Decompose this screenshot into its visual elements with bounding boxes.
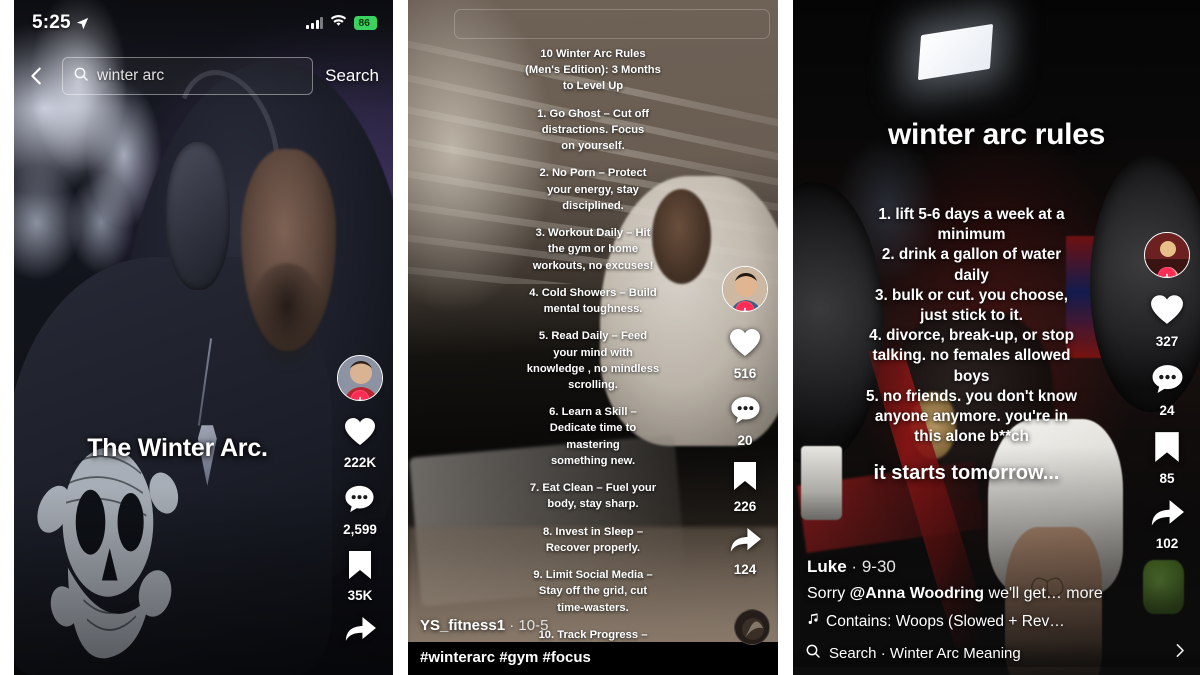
rule-item: 7. Eat Clean – Fuel your body, stay shar…	[529, 482, 657, 511]
like-count: 327	[1155, 334, 1179, 349]
search-suggestion-text: Search · Winter Arc Meaning	[829, 644, 1021, 662]
bookmark-button[interactable]: 35K	[347, 550, 373, 603]
battery-badge: 86	[354, 16, 377, 30]
author-name[interactable]: Luke	[807, 557, 847, 576]
description-suffix: we'll get…	[984, 585, 1062, 602]
video-description: Sorry @Anna Woodring we'll get… more	[807, 585, 1128, 603]
search-header-1: winter arc Search	[14, 56, 393, 96]
share-arrow-icon	[344, 616, 377, 648]
caption-block-3: Luke · 9-30 Sorry @Anna Woodring we'll g…	[793, 557, 1142, 631]
like-count: 222K	[343, 455, 377, 470]
status-right: 86	[306, 14, 377, 32]
search-icon	[73, 66, 89, 87]
share-button[interactable]: 124	[729, 527, 762, 577]
comment-icon	[344, 483, 375, 519]
screenshot-stage: 5:25 86 winter arc Search The Winter Arc…	[0, 0, 1200, 675]
like-button[interactable]: 516	[729, 328, 761, 381]
bookmark-icon	[347, 550, 373, 585]
heart-icon	[1150, 294, 1184, 331]
rule-item: 5. Read Daily – Feed your mind with know…	[526, 330, 660, 391]
author-line-2: YS_fitness1 · 10-5	[420, 611, 766, 642]
share-button[interactable]	[344, 616, 377, 651]
video-overlay-subtitle-3: it starts tomorrow...	[873, 462, 1060, 484]
avatar[interactable]: +	[722, 266, 768, 312]
comment-count: 24	[1159, 403, 1175, 418]
like-button[interactable]: 327	[1150, 294, 1184, 349]
comment-button[interactable]: 24	[1151, 362, 1184, 418]
search-query-text: winter arc	[97, 67, 165, 84]
separator: ·	[851, 557, 858, 576]
bookmark-icon	[732, 461, 758, 496]
avatar[interactable]: +	[1144, 232, 1190, 278]
share-arrow-icon	[729, 527, 762, 559]
share-arrow-icon	[1150, 499, 1185, 533]
tiktok-panel-2: 10 Winter Arc Rules (Men's Edition): 3 M…	[408, 0, 778, 675]
comment-count: 2,599	[343, 522, 377, 537]
action-rail-1: + 222K 2,599 35K	[337, 355, 383, 664]
rule-item: 2. No Porn – Protect your energy, stay d…	[539, 167, 647, 212]
share-count: 102	[1155, 536, 1179, 551]
author-line-3: Luke · 9-30	[807, 557, 1128, 577]
comment-icon	[1151, 362, 1184, 400]
bookmark-count: 226	[733, 499, 757, 514]
like-count: 516	[733, 366, 757, 381]
video-overlay-rules-3: 1. lift 5-6 days a week at a minimum 2. …	[866, 206, 1077, 446]
video-overlay-title-1: The Winter Arc.	[87, 434, 268, 462]
heart-icon	[344, 417, 376, 452]
music-disc-icon[interactable]	[734, 609, 770, 645]
bookmark-count: 35K	[347, 588, 373, 603]
rule-item: 9. Limit Social Media – Stay off the gri…	[533, 569, 653, 614]
back-chevron-icon[interactable]	[22, 61, 52, 91]
status-left: 5:25	[32, 12, 89, 34]
hashtags[interactable]: #winterarc #gym #focus	[408, 642, 778, 675]
post-date: 10-5	[518, 617, 549, 634]
wifi-icon	[330, 14, 347, 32]
search-input[interactable]: winter arc	[62, 57, 314, 95]
status-bar-1: 5:25 86	[14, 0, 393, 46]
bookmark-button[interactable]: 85	[1153, 431, 1181, 486]
tiktok-panel-3: winter arc rules 1. lift 5-6 days a week…	[793, 0, 1200, 675]
music-title: Contains: Woops (Slowed + Rev…	[826, 612, 1065, 630]
comment-button[interactable]: 20	[730, 394, 761, 448]
post-date: 9-30	[861, 557, 896, 576]
comment-button[interactable]: 2,599	[343, 483, 377, 537]
separator: ·	[509, 617, 515, 634]
caption-block-2: YS_fitness1 · 10-5 #winterarc #gym #focu…	[408, 611, 778, 675]
search-button[interactable]: Search	[323, 66, 379, 86]
location-arrow-icon	[76, 17, 89, 30]
rule-item: 8. Invest in Sleep – Recover properly.	[542, 525, 644, 554]
more-button[interactable]: more	[1062, 585, 1102, 602]
music-note-icon	[807, 612, 820, 631]
comment-icon	[730, 394, 761, 430]
chevron-right-icon[interactable]	[1171, 642, 1188, 664]
search-icon	[805, 643, 821, 664]
status-clock: 5:25	[32, 12, 71, 33]
action-rail-3: + 327 24 85 102	[1144, 232, 1190, 564]
rule-item: 6. Learn a Skill – Dedicate time to mast…	[549, 406, 637, 467]
tiktok-panel-1: 5:25 86 winter arc Search The Winter Arc…	[14, 0, 393, 675]
rule-item: 4. Cold Showers – Build mental toughness…	[529, 286, 657, 316]
bookmark-button[interactable]: 226	[732, 461, 758, 514]
share-count: 124	[733, 562, 757, 577]
video-overlay-title-3: winter arc rules	[888, 118, 1105, 151]
rule-item: 3. Workout Daily – Hit the gym or home w…	[532, 227, 654, 272]
like-button[interactable]: 222K	[344, 417, 376, 470]
avatar[interactable]: +	[337, 355, 383, 401]
search-bar-outline-2[interactable]	[454, 9, 770, 39]
bookmark-count: 85	[1159, 471, 1175, 486]
cellular-signal-icon	[306, 17, 324, 29]
music-line[interactable]: Contains: Woops (Slowed + Rev…	[807, 612, 1128, 631]
bookmark-icon	[1153, 431, 1181, 468]
heart-icon	[729, 328, 761, 363]
battery-level: 86	[358, 16, 370, 29]
description-prefix: Sorry	[807, 585, 850, 602]
comment-count: 20	[737, 433, 753, 448]
action-rail-2: + 516 20 226 124	[722, 266, 768, 590]
author-name[interactable]: YS_fitness1	[420, 617, 505, 634]
bottom-search-bar[interactable]: Search · Winter Arc Meaning	[793, 639, 1200, 667]
rules-heading: 10 Winter Arc Rules (Men's Edition): 3 M…	[525, 48, 661, 93]
share-button[interactable]: 102	[1150, 499, 1185, 551]
user-mention[interactable]: @Anna Woodring	[850, 585, 984, 602]
rule-item: 1. Go Ghost – Cut off distractions. Focu…	[537, 107, 649, 153]
